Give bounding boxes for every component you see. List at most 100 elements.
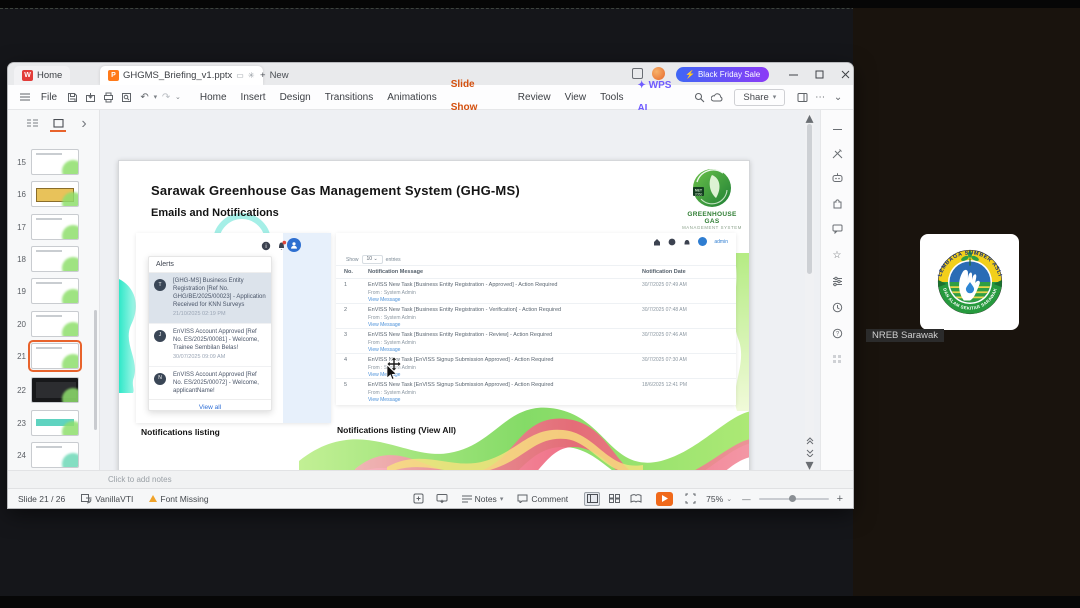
slide-thumbnail[interactable]: 17 [8, 213, 100, 241]
right-caption[interactable]: Notifications listing (View All) [337, 425, 456, 435]
normal-view-button[interactable] [584, 491, 601, 506]
previous-slide-icon[interactable] [804, 436, 815, 446]
alert-item[interactable]: T [GHG-MS] Business Entity Registration … [149, 273, 271, 324]
hamburger-icon[interactable] [16, 88, 34, 106]
slide-thumbnail[interactable]: 16 [8, 180, 100, 208]
alert-item[interactable]: J EnVISS Account Approved [Ref No. ES/20… [149, 324, 271, 367]
menu-home[interactable]: Home [193, 86, 234, 109]
scroll-up-icon[interactable]: ▴ [804, 110, 815, 127]
outline-view-icon[interactable] [24, 116, 40, 132]
svg-text:?: ? [835, 331, 839, 337]
menu-view[interactable]: View [558, 86, 594, 109]
save-icon[interactable] [64, 88, 82, 106]
menu-transitions[interactable]: Transitions [318, 86, 381, 109]
undo-icon[interactable]: ↶ [136, 88, 154, 106]
left-caption[interactable]: Notifications listing [141, 427, 220, 437]
zoom-in-button[interactable]: + [837, 493, 843, 505]
notes-toggle[interactable]: Notes ▾ [461, 494, 503, 504]
table-row[interactable]: 3 EnVISS New Task [Business Entity Regis… [336, 328, 736, 356]
wps-presentation-window: W Home P GHGMS_Briefing_v1.pptx ▭ ✳ + Ne… [8, 63, 853, 508]
cloud-sync-icon[interactable] [708, 88, 726, 106]
collapse-rail-icon[interactable] [830, 122, 844, 136]
menu-review[interactable]: Review [511, 86, 558, 109]
zoom-caret-icon[interactable]: ⌄ [726, 495, 732, 503]
slide-title[interactable]: Sarawak Greenhouse Gas Management System… [151, 183, 520, 198]
present-display-icon[interactable] [436, 493, 448, 504]
table-row[interactable]: 2 EnVISS New Task [Business Entity Regis… [336, 303, 736, 331]
slide-thumbnail[interactable]: 24 [8, 441, 100, 469]
new-tab-button[interactable]: + New [254, 66, 295, 85]
top-black-band [0, 0, 1080, 8]
reading-view-button[interactable] [628, 492, 644, 506]
favorites-icon[interactable]: ☆ [830, 248, 844, 262]
task-pane-icon[interactable] [793, 88, 811, 106]
history-icon[interactable] [830, 300, 844, 314]
editor-body: › 15 16 17 18 19 20 21 22 23 24 + [8, 110, 853, 470]
zoom-slider[interactable] [758, 494, 829, 502]
table-row[interactable]: 1 EnVISS New Task [Business Entity Regis… [336, 278, 736, 306]
slides-view-icon[interactable] [50, 116, 66, 132]
more-options-icon[interactable]: ⋯ [811, 88, 829, 106]
show-count-select[interactable]: 10 ⌄ [361, 255, 383, 264]
slide-thumbnail[interactable]: 23 [8, 409, 100, 437]
theme-indicator[interactable]: VanillaVTI [81, 493, 133, 504]
comment-button[interactable]: Comment [517, 494, 568, 504]
menu-insert[interactable]: Insert [234, 86, 273, 109]
slide-thumbnail[interactable]: 15 [8, 148, 100, 176]
view-message-link[interactable]: View Message [368, 397, 642, 403]
file-menu[interactable]: File [34, 86, 64, 109]
zoom-out-button[interactable]: — [742, 494, 751, 504]
quick-tools-icon[interactable] [830, 146, 844, 160]
export-icon[interactable] [82, 88, 100, 106]
minimize-button[interactable] [784, 65, 802, 83]
slide-thumbnail[interactable]: 22 [8, 376, 100, 404]
close-button[interactable] [836, 65, 854, 83]
print-preview-icon[interactable] [118, 88, 136, 106]
slide-sorter-button[interactable] [606, 492, 622, 506]
help-icon[interactable]: ? [830, 326, 844, 340]
zoom-level[interactable]: 75% [706, 494, 723, 504]
symbol-panel-icon[interactable] [413, 493, 424, 504]
more-history-icon[interactable]: ⌄ [175, 93, 181, 101]
search-icon[interactable] [691, 88, 709, 106]
menu-design[interactable]: Design [273, 86, 318, 109]
tab-home[interactable]: W Home [14, 66, 71, 85]
scrollbar-thumb[interactable] [807, 124, 812, 274]
fit-screen-icon[interactable] [685, 493, 696, 504]
zoom-slider-knob[interactable] [788, 494, 796, 502]
slideshow-play-button[interactable] [656, 491, 674, 506]
apps-grid-icon[interactable] [830, 352, 844, 366]
tab-document[interactable]: P GHGMS_Briefing_v1.pptx ▭ ✳ [100, 66, 263, 85]
slide-canvas[interactable]: Sarawak Greenhouse Gas Management System… [118, 160, 750, 470]
alert-text: EnVISS Account Approved [Ref No. ES/2025… [173, 371, 259, 394]
share-button[interactable]: Share ▾ [734, 88, 786, 106]
panel-scrollbar[interactable] [94, 310, 97, 430]
menu-tools[interactable]: Tools [593, 86, 630, 109]
slide-subtitle[interactable]: Emails and Notifications [151, 207, 279, 219]
font-missing-warning[interactable]: Font Missing [149, 494, 209, 504]
ai-assistant-icon[interactable] [830, 170, 844, 184]
next-slide-icon[interactable]: ▾ [804, 457, 815, 470]
status-bar: Slide 21 / 26 VanillaVTI Font Missing No… [8, 488, 853, 508]
notes-bar[interactable]: Click to add notes [8, 470, 853, 488]
maximize-button[interactable] [810, 65, 828, 83]
alert-item[interactable]: N EnVISS Account Approved [Ref No. ES/20… [149, 367, 271, 400]
redo-icon[interactable]: ↷ [157, 88, 175, 106]
print-icon[interactable] [100, 88, 118, 106]
comments-pane-icon[interactable] [830, 222, 844, 236]
collapse-panel-icon[interactable]: › [76, 115, 92, 132]
settings-sliders-icon[interactable] [830, 274, 844, 288]
ribbon-bar: File ↶ ▾ ↷ ⌄ Home Insert Design Transiti… [8, 79, 853, 121]
plugins-icon[interactable] [830, 196, 844, 210]
slide-thumbnail[interactable]: 19 [8, 277, 100, 305]
device-sync-icon: ▭ [236, 71, 244, 80]
menu-animations[interactable]: Animations [380, 86, 443, 109]
screen: W Home P GHGMS_Briefing_v1.pptx ▭ ✳ + Ne… [0, 0, 1080, 608]
slide-thumbnail-selected[interactable]: 21 [8, 340, 100, 372]
slide-thumbnail[interactable]: 18 [8, 245, 100, 273]
collapse-ribbon-icon[interactable]: ⌄ [829, 88, 847, 106]
alerts-view-all-link[interactable]: View all [149, 400, 271, 415]
slide-thumbnail[interactable]: 20 [8, 310, 100, 338]
participant-video-tile[interactable]: LEMBAGA SUMBER ASLI DAN ALAM SEKITAR SAR… [920, 234, 1019, 330]
table-row[interactable]: 5 EnVISS New Task [EnVISS Signup Submiss… [336, 378, 736, 406]
